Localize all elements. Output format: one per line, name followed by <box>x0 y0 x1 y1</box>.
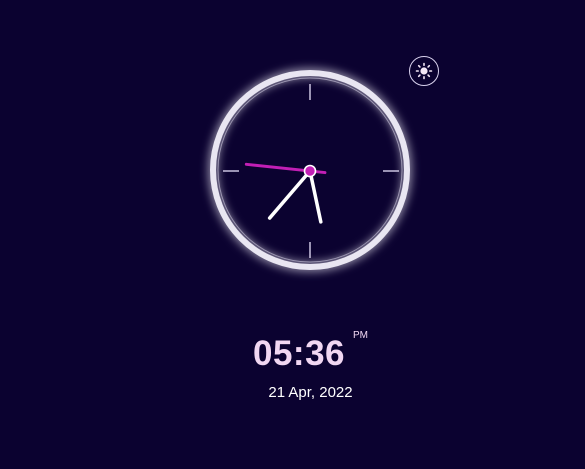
theme-toggle-button[interactable] <box>409 56 439 86</box>
sun-icon <box>415 62 433 80</box>
clock-ticks <box>223 84 399 258</box>
date-label: 21 Apr, 2022 <box>268 384 353 401</box>
clock-ring-inner <box>217 77 403 263</box>
clock-center-pin <box>303 164 317 178</box>
digital-clock: 05:36 PM <box>0 330 585 380</box>
minute-hand <box>267 169 312 220</box>
clock-ring <box>210 70 410 270</box>
second-hand <box>244 162 327 175</box>
hour-hand <box>308 169 323 224</box>
digital-time: 05:36 <box>253 334 346 373</box>
ampm-label: PM <box>353 330 368 341</box>
